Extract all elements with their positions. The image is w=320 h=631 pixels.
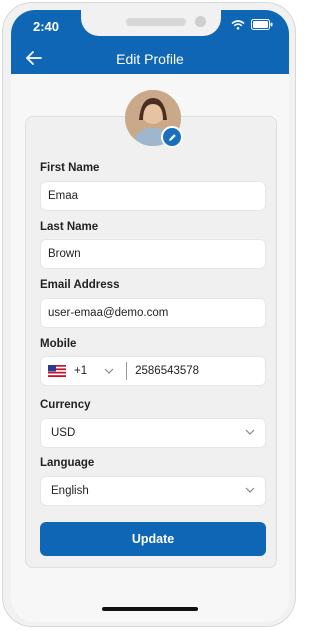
- currency-select[interactable]: USD: [40, 418, 266, 448]
- profile-avatar[interactable]: [125, 90, 183, 148]
- pencil-icon: [168, 133, 176, 141]
- edit-avatar-button[interactable]: [161, 126, 183, 148]
- phone-frame: 2:40 Edit Profile First Name Emaa Last N…: [2, 2, 296, 627]
- currency-value: USD: [51, 427, 76, 439]
- battery-icon: [251, 19, 273, 30]
- currency-label: Currency: [40, 399, 91, 411]
- mobile-divider: [126, 362, 128, 380]
- first-name-field[interactable]: Emaa: [40, 181, 266, 211]
- notch: [81, 10, 221, 36]
- first-name-label: First Name: [40, 162, 100, 174]
- app-header: 2:40 Edit Profile: [11, 10, 289, 74]
- email-value: user-emaa@demo.com: [48, 307, 169, 319]
- camera: [195, 16, 206, 27]
- last-name-value: Brown: [48, 248, 81, 260]
- speaker: [126, 18, 186, 26]
- us-flag-icon: [48, 365, 66, 377]
- country-code: +1: [74, 365, 88, 377]
- email-field[interactable]: user-emaa@demo.com: [40, 298, 266, 328]
- page-title: Edit Profile: [116, 51, 184, 67]
- language-label: Language: [40, 457, 95, 469]
- mobile-field[interactable]: +1 2586543578: [40, 356, 266, 386]
- chevron-down-icon: [245, 487, 255, 493]
- language-select[interactable]: English: [40, 476, 266, 506]
- screen: 2:40 Edit Profile First Name Emaa Last N…: [11, 10, 289, 622]
- mobile-label: Mobile: [40, 338, 77, 350]
- chevron-down-icon: [104, 368, 114, 374]
- language-value: English: [51, 485, 89, 497]
- first-name-value: Emaa: [48, 190, 79, 202]
- status-time: 2:40: [33, 19, 60, 34]
- wifi-icon: [231, 19, 245, 30]
- chevron-down-icon: [245, 429, 255, 435]
- last-name-field[interactable]: Brown: [40, 239, 266, 269]
- last-name-label: Last Name: [40, 221, 99, 233]
- email-label: Email Address: [40, 279, 120, 291]
- home-indicator: [102, 607, 198, 611]
- country-selector[interactable]: +1: [48, 365, 114, 377]
- mobile-number: 2586543578: [135, 365, 200, 377]
- status-icons: [231, 19, 273, 30]
- update-button[interactable]: Update: [40, 522, 266, 556]
